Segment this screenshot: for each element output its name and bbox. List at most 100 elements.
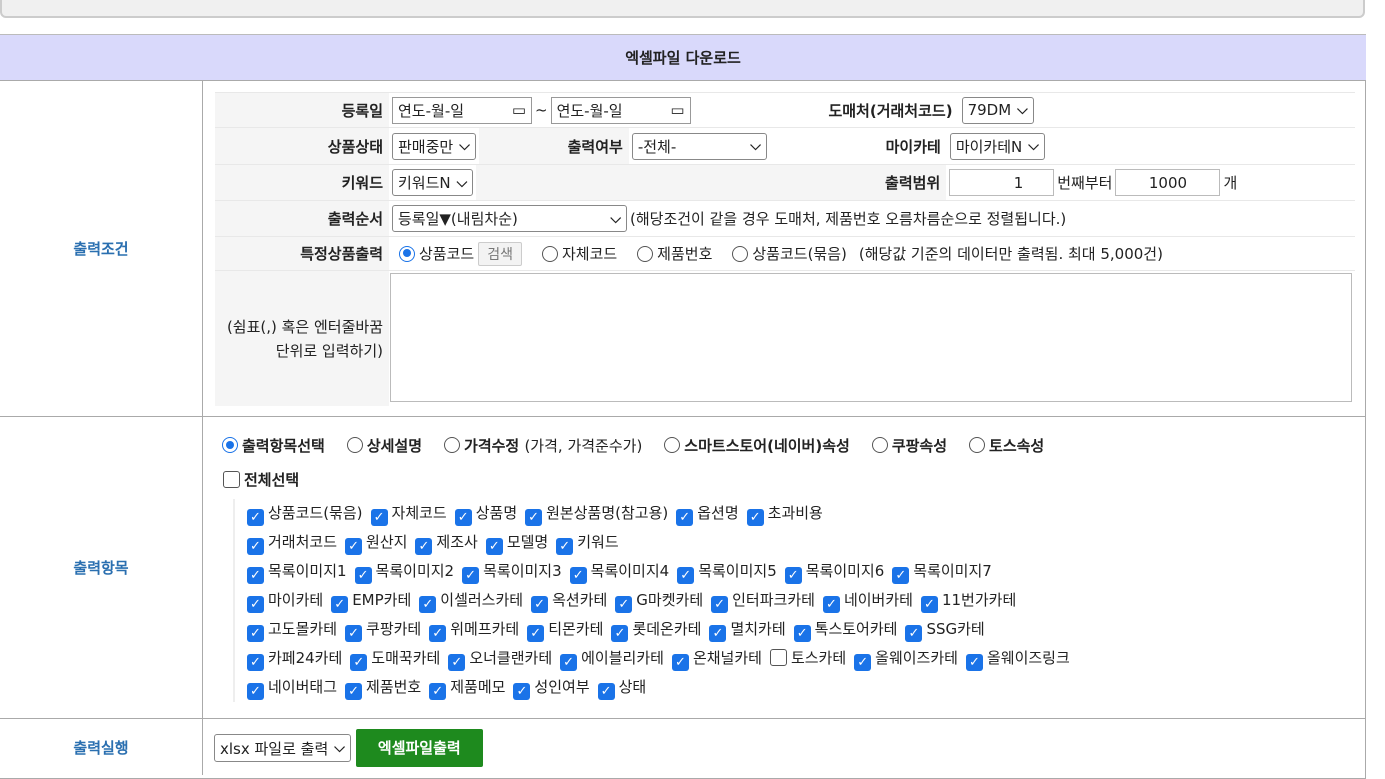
checkbox[interactable]: ✓ xyxy=(556,538,574,555)
checkbox[interactable]: ✓ xyxy=(345,683,363,700)
mycate-select[interactable]: 마이카테N xyxy=(949,132,1045,160)
item-checkbox[interactable]: ✓ 목록이미지1 xyxy=(239,562,347,584)
checkbox[interactable]: ✓ xyxy=(525,509,543,526)
item-checkbox[interactable]: ✓ 자체코드 xyxy=(363,504,447,526)
checkbox[interactable]: ✓ xyxy=(905,625,923,642)
item-checkbox[interactable]: ✓ 올웨이즈카테 xyxy=(846,649,958,671)
checkbox[interactable]: ✓ xyxy=(711,596,729,613)
mode-option[interactable]: 가격수정 (가격, 가격준수가) xyxy=(434,437,642,455)
checkbox[interactable]: ✓ xyxy=(370,509,388,526)
checkbox[interactable]: ✓ xyxy=(822,596,840,613)
checkbox[interactable]: ✓ xyxy=(448,654,466,671)
item-checkbox[interactable]: ✓ EMP카테 xyxy=(323,591,411,613)
checkbox[interactable]: ✓ xyxy=(560,654,578,671)
item-checkbox[interactable]: ✓ 키워드 xyxy=(548,533,619,555)
checkbox[interactable]: ✓ xyxy=(854,654,872,671)
mode-radio[interactable] xyxy=(969,437,986,453)
checkbox[interactable]: ✓ xyxy=(611,625,629,642)
checkbox[interactable]: ✓ xyxy=(784,567,802,584)
mode-option[interactable]: 출력항목선택 xyxy=(212,437,325,455)
item-checkbox[interactable]: ✓ 멸치카테 xyxy=(701,620,786,642)
checkbox[interactable]: ✓ xyxy=(677,567,695,584)
keyword-select[interactable]: 키워드N xyxy=(392,169,474,196)
mode-radio[interactable] xyxy=(871,437,888,453)
item-checkbox[interactable]: ✓ 오너클랜카테 xyxy=(440,649,552,671)
checkbox[interactable]: ✓ xyxy=(350,654,368,671)
item-checkbox[interactable]: ✓ 제품메모 xyxy=(421,678,505,700)
checkbox[interactable]: ✓ xyxy=(892,567,910,584)
item-checkbox[interactable]: ✓ 카페24카테 xyxy=(239,649,342,671)
item-checkbox[interactable]: 토스카테 xyxy=(762,649,846,667)
checkbox[interactable]: ✓ xyxy=(247,509,264,526)
item-checkbox[interactable]: ✓ 에이블리카테 xyxy=(552,649,664,671)
item-checkbox[interactable]: ✓ 마이카테 xyxy=(239,591,323,613)
status-select[interactable]: 판매중만 xyxy=(392,132,476,160)
checkbox[interactable]: ✓ xyxy=(965,654,983,671)
mode-radio[interactable] xyxy=(664,437,681,453)
date-to-input[interactable]: 연도-월-일 ▭ xyxy=(550,96,691,124)
checkbox[interactable]: ✓ xyxy=(597,683,615,700)
checkbox[interactable]: ✓ xyxy=(429,625,447,642)
checkbox[interactable]: ✓ xyxy=(415,538,433,555)
item-checkbox[interactable]: ✓ 네이버태그 xyxy=(239,678,337,700)
mode-option[interactable]: 쿠팡속성 xyxy=(862,437,947,455)
checkbox[interactable]: ✓ xyxy=(485,538,503,555)
mode-radio[interactable] xyxy=(444,437,461,453)
item-checkbox[interactable]: ✓ 톡스토어카테 xyxy=(786,620,897,642)
radio-product-number[interactable] xyxy=(637,245,654,262)
checkbox[interactable]: ✓ xyxy=(247,596,264,613)
checkbox[interactable]: ✓ xyxy=(462,567,480,584)
mode-option[interactable]: 토스속성 xyxy=(959,437,1044,455)
checkbox[interactable]: ✓ xyxy=(709,625,727,642)
range-from-input[interactable]: 1 xyxy=(949,169,1055,196)
format-select[interactable]: xlsx 파일로 출력 xyxy=(214,734,351,762)
order-select[interactable]: 등록일▼(내림차순) xyxy=(392,205,627,232)
checkbox[interactable]: ✓ xyxy=(429,683,447,700)
output-flag-select[interactable]: -전체- xyxy=(631,132,767,160)
item-checkbox[interactable]: ✓ 거래처코드 xyxy=(239,533,337,555)
item-checkbox[interactable]: ✓ 인터파크카테 xyxy=(703,591,815,613)
radio-bundle-code[interactable] xyxy=(732,245,749,262)
item-checkbox[interactable]: ✓ 원산지 xyxy=(337,533,407,555)
item-checkbox[interactable]: ✓ 상품명 xyxy=(447,504,517,526)
wholesaler-select[interactable]: 79DM xyxy=(961,96,1034,124)
radio-product-code[interactable] xyxy=(399,245,415,262)
item-checkbox[interactable]: ✓ 쿠팡카테 xyxy=(337,620,421,642)
select-all[interactable]: 전체선택 xyxy=(215,467,299,493)
item-checkbox[interactable]: ✓ 목록이미지2 xyxy=(347,562,454,584)
checkbox[interactable]: ✓ xyxy=(354,567,372,584)
checkbox[interactable]: ✓ xyxy=(513,683,531,700)
checkbox[interactable]: ✓ xyxy=(331,596,349,613)
checkbox[interactable]: ✓ xyxy=(247,538,264,555)
item-checkbox[interactable]: ✓ 위메프카테 xyxy=(421,620,519,642)
item-checkbox[interactable]: ✓ 제조사 xyxy=(407,533,478,555)
checkbox[interactable]: ✓ xyxy=(746,509,764,526)
item-checkbox[interactable]: ✓ 온채널카테 xyxy=(664,649,762,671)
item-checkbox[interactable]: ✓ 11번가카테 xyxy=(913,591,1016,613)
date-from-input[interactable]: 연도-월-일 ▭ xyxy=(392,96,532,124)
excel-export-button[interactable]: 엑셀파일출력 xyxy=(355,729,483,767)
checkbox[interactable]: ✓ xyxy=(419,596,437,613)
item-checkbox[interactable]: ✓ 목록이미지6 xyxy=(777,562,884,584)
checkbox[interactable]: ✓ xyxy=(247,625,264,642)
item-checkbox[interactable]: ✓ G마켓카테 xyxy=(607,591,703,613)
radio-own-code[interactable] xyxy=(541,245,558,262)
range-to-input[interactable]: 1000 xyxy=(1115,169,1221,196)
item-checkbox[interactable]: ✓ 목록이미지7 xyxy=(884,562,992,584)
mode-radio[interactable] xyxy=(222,437,238,453)
checkbox[interactable]: ✓ xyxy=(247,567,264,584)
mode-radio[interactable] xyxy=(346,437,363,453)
checkbox[interactable]: ✓ xyxy=(527,625,545,642)
item-checkbox[interactable]: ✓ 초과비용 xyxy=(739,504,823,526)
item-checkbox[interactable]: ✓ 옥션카테 xyxy=(523,591,607,613)
checkbox[interactable] xyxy=(769,649,787,666)
item-checkbox[interactable]: ✓ 상태 xyxy=(590,678,646,700)
item-checkbox[interactable]: ✓ 도매꾹카테 xyxy=(342,649,440,671)
item-checkbox[interactable]: ✓ 상품코드(묶음) xyxy=(239,504,363,526)
item-checkbox[interactable]: ✓ 제품번호 xyxy=(337,678,421,700)
item-checkbox[interactable]: ✓ 모델명 xyxy=(478,533,548,555)
mode-option[interactable]: 스마트스토어(네이버)속성 xyxy=(654,437,850,455)
checkbox[interactable]: ✓ xyxy=(671,654,689,671)
item-checkbox[interactable]: ✓ 원본상품명(참고용) xyxy=(517,504,668,526)
select-all-checkbox[interactable] xyxy=(223,471,240,488)
